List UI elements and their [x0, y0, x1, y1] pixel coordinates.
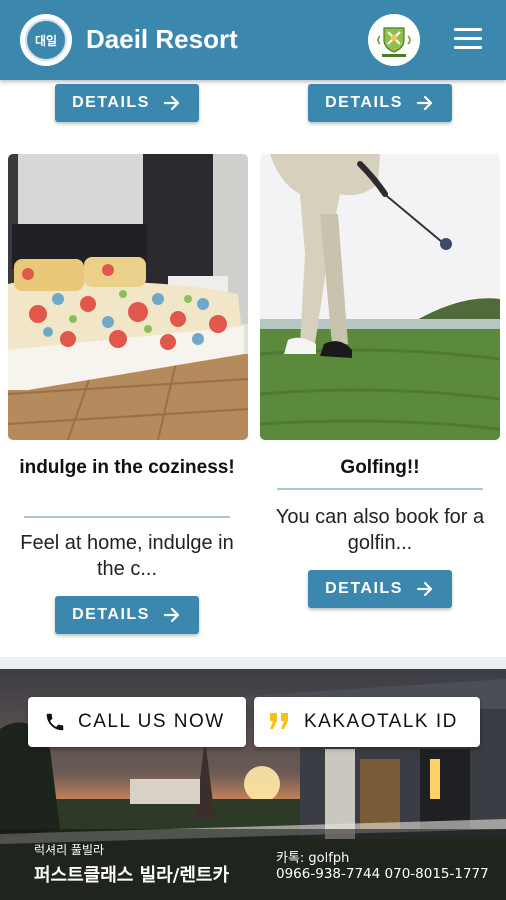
resort-logo[interactable]: 대일	[20, 14, 72, 66]
details-button-top-left[interactable]: DETAILS	[55, 84, 199, 122]
app-header: 대일 Daeil Resort	[0, 0, 506, 80]
footer-sub-label: 럭셔리 풀빌라	[34, 843, 105, 857]
details-button-bedroom[interactable]: DETAILS	[55, 596, 199, 634]
arrow-right-icon	[163, 95, 179, 111]
golf-photo	[260, 154, 500, 440]
details-button-golf[interactable]: DETAILS	[308, 570, 452, 608]
menu-line	[454, 46, 482, 49]
section-separator	[0, 657, 506, 669]
card-title: indulge in the coziness!	[19, 457, 235, 478]
details-label: DETAILS	[72, 606, 150, 623]
details-label: DETAILS	[72, 94, 150, 111]
card-title: Golfing!!	[340, 457, 420, 478]
card-divider	[24, 516, 230, 518]
call-us-now-label: CALL US NOW	[78, 711, 225, 732]
kakaotalk-id-label: KAKAOTALK ID	[304, 711, 458, 732]
menu-line	[454, 37, 482, 40]
card-description: Feel at home, indulge in the c...	[20, 532, 234, 580]
arrow-right-icon	[163, 607, 179, 623]
kakaotalk-id-button[interactable]: KAKAOTALK ID	[254, 697, 480, 747]
hamburger-menu-icon	[454, 28, 482, 31]
footer-phone-numbers[interactable]: 0966-938-7744 070-8015-1777	[276, 866, 489, 882]
footer-main-label: 퍼스트클래스 빌라/렌트카	[34, 865, 229, 886]
partner-golf-logo[interactable]	[368, 14, 420, 66]
golf-crest-icon	[368, 14, 420, 66]
arrow-right-icon	[416, 95, 432, 111]
card-divider	[277, 488, 483, 490]
footer-kakao-id: 카톡: golfph	[276, 851, 350, 866]
card-description: You can also book for a golfin...	[275, 506, 485, 554]
menu-button[interactable]	[454, 28, 482, 50]
bedroom-photo	[8, 154, 248, 440]
call-us-now-button[interactable]: CALL US NOW	[28, 697, 246, 747]
resort-logo-text: 대일	[25, 19, 67, 61]
details-label: DETAILS	[325, 94, 403, 111]
footer-banner: CALL US NOW KAKAOTALK ID 럭셔리 풀빌라 퍼스트클래스 …	[0, 669, 506, 900]
bedroom-image[interactable]	[8, 154, 248, 440]
details-label: DETAILS	[325, 580, 403, 597]
details-button-top-right[interactable]: DETAILS	[308, 84, 452, 122]
golf-image[interactable]	[260, 154, 500, 440]
arrow-right-icon	[416, 581, 432, 597]
quote-icon	[270, 713, 288, 729]
phone-icon	[46, 713, 64, 731]
app-title: Daeil Resort	[86, 24, 238, 54]
